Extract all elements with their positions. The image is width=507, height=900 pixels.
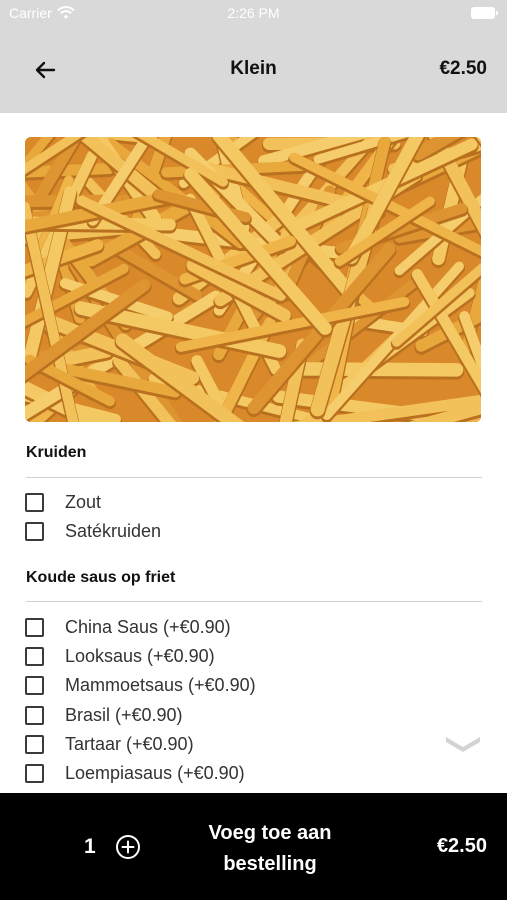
option-label: China Saus (+€0.90) — [65, 616, 231, 637]
option-label: Looksaus (+€0.90) — [65, 645, 215, 666]
option-zout[interactable]: Zout — [25, 489, 101, 515]
option-brasil[interactable]: Brasil (+€0.90) — [25, 702, 183, 728]
product-image — [25, 137, 481, 422]
checkbox[interactable] — [25, 705, 44, 725]
quantity-value: 1 — [84, 835, 96, 858]
header: Klein €2.50 — [0, 28, 507, 113]
plus-circle-icon[interactable] — [115, 834, 141, 860]
option-label: Zout — [65, 491, 102, 512]
option-loempiasaus[interactable]: Loempiasaus (+€0.90) — [25, 760, 245, 786]
header-price: €2.50 — [439, 58, 487, 79]
option-mammoetsaus[interactable]: Mammoetsaus (+€0.90) — [25, 672, 256, 698]
option-label: Tartaar (+€0.90) — [65, 733, 194, 754]
option-label: Mammoetsaus (+€0.90) — [65, 674, 256, 695]
option-tartaar[interactable]: Tartaar (+€0.90) — [25, 731, 194, 757]
checkbox[interactable] — [25, 521, 44, 541]
battery-icon — [471, 7, 498, 19]
add-to-order-button[interactable]: Voeg toe aan bestelling — [188, 818, 352, 880]
add-to-order-label-line1: Voeg toe aan — [208, 822, 332, 844]
option-looksaus[interactable]: Looksaus (+€0.90) — [25, 643, 215, 669]
status-bar: Carrier 2:26 PM — [0, 0, 507, 28]
option-label: Brasil (+€0.90) — [65, 704, 183, 725]
status-time: 2:26 PM — [227, 5, 280, 21]
chevron-down-icon[interactable] — [445, 732, 481, 752]
option-satekruiden[interactable]: Satékruiden — [25, 518, 161, 544]
checkbox[interactable] — [25, 617, 44, 637]
page-title: Klein — [230, 58, 277, 79]
checkbox[interactable] — [25, 675, 44, 695]
total-price: €2.50 — [436, 835, 487, 857]
fries-image — [25, 137, 481, 422]
bottom-bar: 1 Voeg toe aan bestelling €2.50 — [0, 793, 507, 900]
checkbox[interactable] — [25, 646, 44, 666]
group-title-koude-saus: Koude saus op friet — [26, 569, 176, 586]
checkbox[interactable] — [25, 492, 44, 512]
option-china-saus[interactable]: China Saus (+€0.90) — [25, 614, 231, 640]
add-to-order-label-line2: bestelling — [223, 853, 317, 875]
group-title-kruiden: Kruiden — [26, 444, 87, 461]
divider — [26, 477, 482, 478]
divider — [26, 601, 482, 602]
option-label: Satékruiden — [65, 520, 162, 541]
top-area: Carrier 2:26 PM Klein €2.50 — [0, 0, 507, 113]
checkbox[interactable] — [25, 763, 44, 783]
option-label: Loempiasaus (+€0.90) — [65, 762, 245, 783]
checkbox[interactable] — [25, 734, 44, 754]
